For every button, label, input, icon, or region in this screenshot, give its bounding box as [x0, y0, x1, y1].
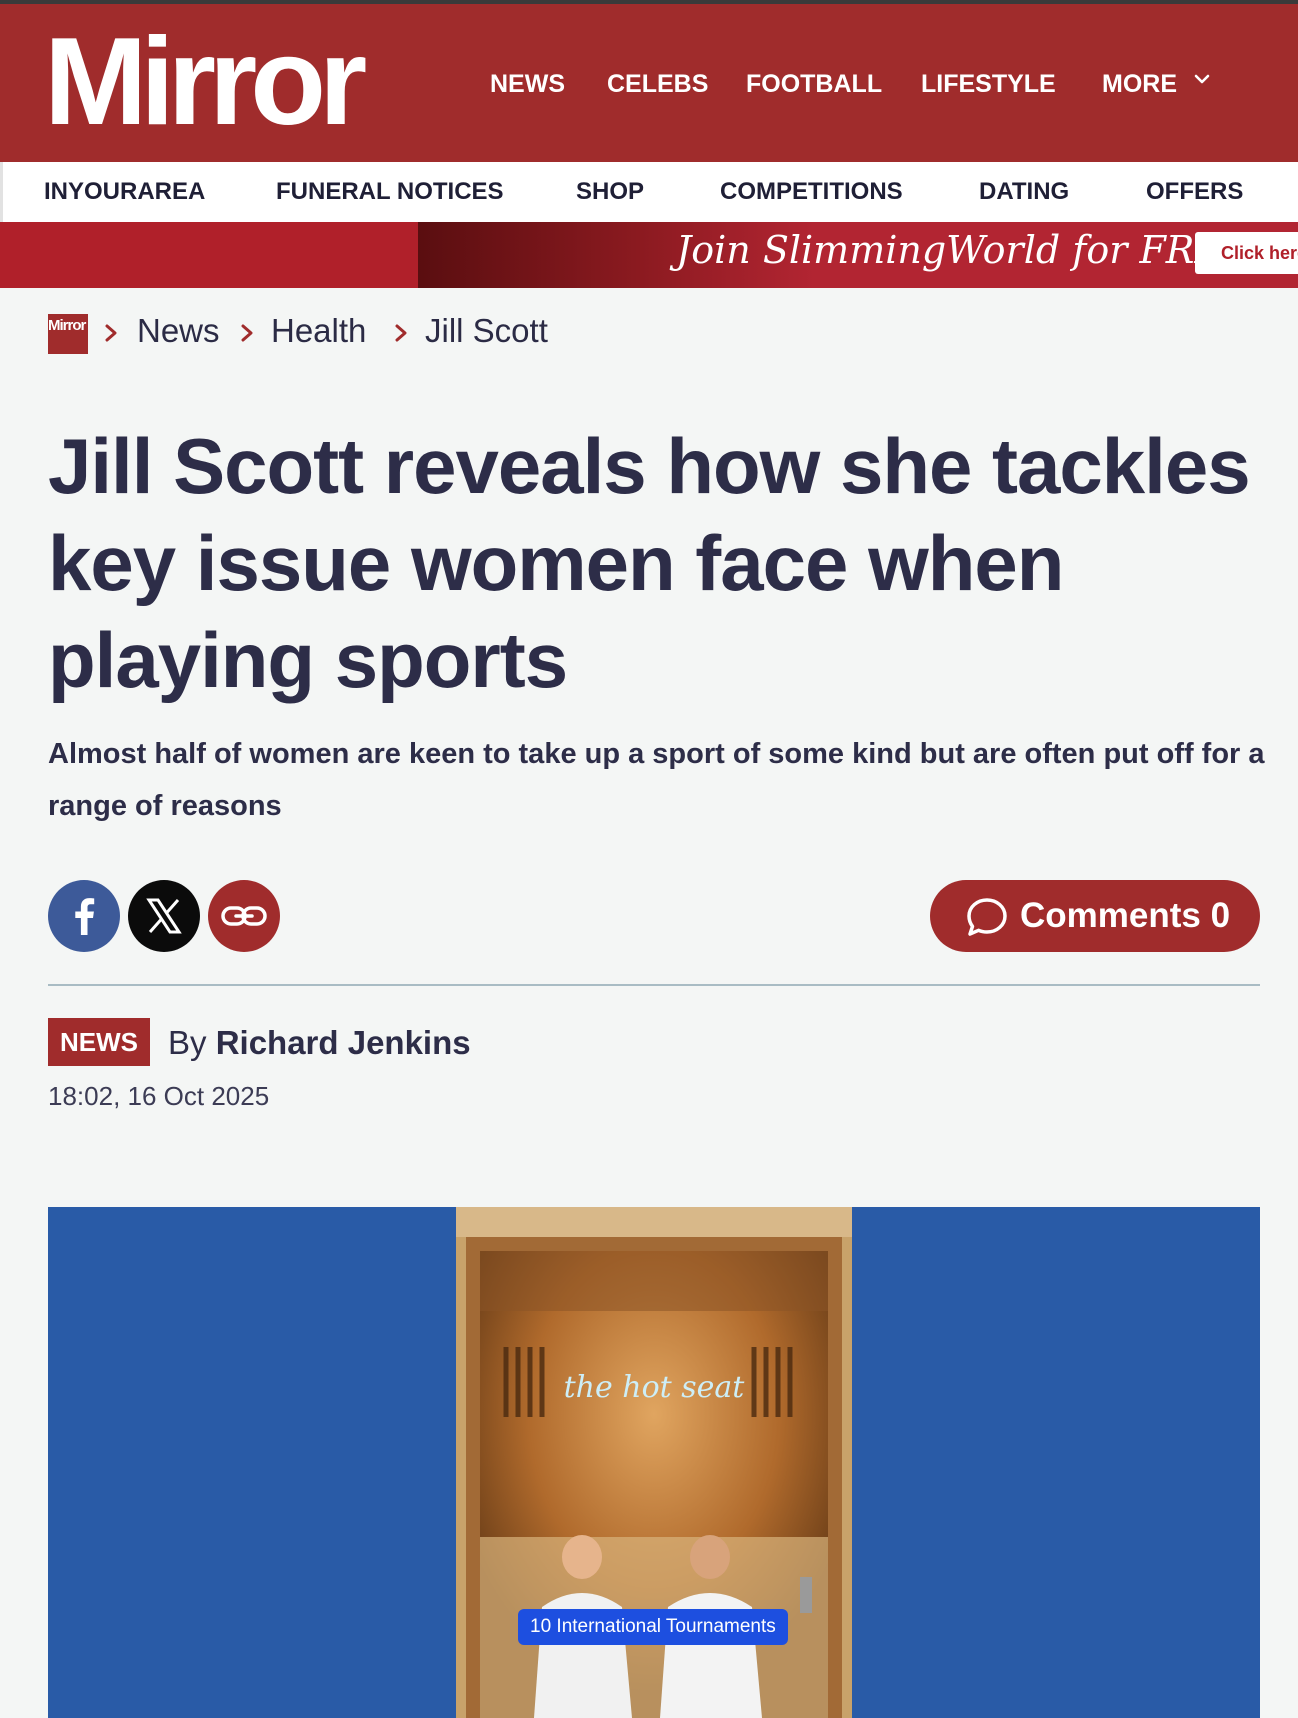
nav-more-label: MORE: [1102, 70, 1177, 98]
chevron-down-icon: [1194, 75, 1210, 84]
breadcrumb-jill-scott[interactable]: Jill Scott: [425, 306, 548, 356]
byline: By Richard Jenkins: [168, 1018, 471, 1068]
subnav-competitions[interactable]: COMPETITIONS: [720, 162, 903, 222]
subnav-inyourarea[interactable]: INYOURAREA: [44, 162, 205, 222]
share-copy-link-button[interactable]: [208, 880, 280, 952]
subnav-dating[interactable]: DATING: [979, 162, 1069, 222]
promo-banner[interactable]: Join SlimmingWorld for FREE! Click here: [0, 222, 1298, 288]
link-icon: [221, 906, 267, 926]
nav-football[interactable]: FOOTBALL: [746, 64, 882, 104]
share-facebook-button[interactable]: [48, 880, 120, 952]
section-badge[interactable]: NEWS: [48, 1018, 150, 1066]
site-header: Mirror NEWS CELEBS FOOTBALL LIFESTYLE MO…: [0, 4, 1298, 162]
byline-prefix: By: [168, 1024, 207, 1061]
chevron-right-icon: [395, 324, 407, 342]
chevron-right-icon: [105, 324, 117, 342]
nav-news[interactable]: NEWS: [490, 64, 565, 104]
comments-label: Comments 0: [1020, 896, 1231, 935]
nav-more[interactable]: MORE: [1102, 64, 1210, 104]
publish-timestamp: 18:02, 16 Oct 2025: [48, 1081, 270, 1111]
secondary-nav: INYOURAREA FUNERAL NOTICES SHOP COMPETIT…: [0, 162, 1298, 222]
breadcrumb-news[interactable]: News: [137, 306, 220, 356]
comments-button[interactable]: Comments 0: [930, 880, 1260, 952]
subnav-funeral-notices[interactable]: FUNERAL NOTICES: [276, 162, 504, 222]
subnav-offers[interactable]: OFFERS: [1146, 162, 1243, 222]
video-sign-text: the hot seat: [564, 1370, 746, 1405]
chevron-right-icon: [241, 324, 253, 342]
nav-lifestyle[interactable]: LIFESTYLE: [921, 64, 1056, 104]
subnav-shop[interactable]: SHOP: [576, 162, 644, 222]
breadcrumb-home-logo[interactable]: Mirror: [48, 314, 88, 354]
breadcrumb-health[interactable]: Health: [271, 306, 366, 356]
nav-celebs[interactable]: CELEBS: [607, 64, 708, 104]
x-icon: [146, 898, 182, 934]
facebook-icon: [75, 898, 95, 935]
video-player[interactable]: the hot seat 10 International Tournament…: [48, 1207, 1260, 1718]
promo-click-here-button[interactable]: Click here: [1195, 232, 1298, 274]
mirror-logo[interactable]: Mirror: [44, 20, 367, 144]
article-headline: Jill Scott reveals how she tackles key i…: [48, 422, 1251, 704]
video-caption: 10 International Tournaments: [518, 1609, 788, 1645]
share-x-button[interactable]: [128, 880, 200, 952]
divider: [48, 984, 1260, 986]
author-link[interactable]: Richard Jenkins: [216, 1024, 471, 1061]
promo-text: Join SlimmingWorld for FREE!: [676, 228, 1266, 272]
article-standfirst: Almost half of women are keen to take up…: [48, 738, 1265, 822]
speech-bubble-icon: [967, 898, 1007, 936]
